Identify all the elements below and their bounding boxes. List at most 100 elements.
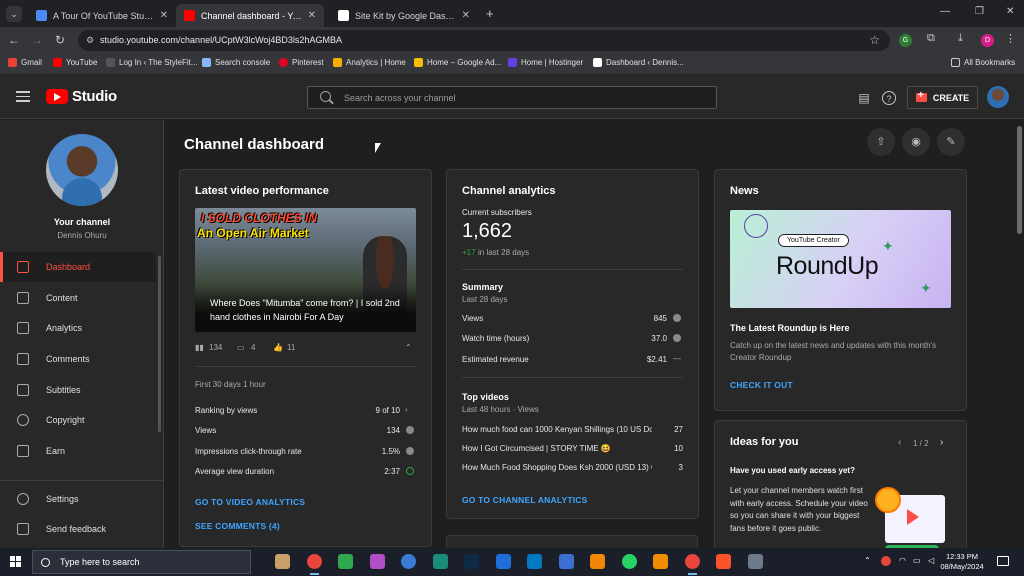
close-icon[interactable]: ✕: [308, 10, 316, 21]
chrome-tray-icon[interactable]: [881, 556, 891, 566]
media-icon[interactable]: [369, 554, 385, 569]
info-icon[interactable]: [406, 447, 414, 455]
bookmark-youtube[interactable]: YouTube: [53, 58, 97, 67]
edge-icon[interactable]: [338, 554, 353, 569]
taskbar-clock[interactable]: 12:33 PM 08/May/2024: [936, 552, 988, 572]
download-icon[interactable]: ⤓: [958, 32, 963, 45]
brave-icon[interactable]: [716, 554, 731, 569]
chrome-icon[interactable]: [306, 554, 322, 575]
hamburger-menu-icon[interactable]: [16, 91, 30, 102]
forward-icon[interactable]: →: [29, 33, 45, 47]
chevron-right-icon[interactable]: ›: [940, 437, 943, 448]
vlc-icon[interactable]: [590, 554, 605, 569]
network-icon[interactable]: ◠: [899, 556, 906, 565]
site-info-icon[interactable]: ⚙: [86, 35, 96, 45]
upload-icon[interactable]: ⇧: [867, 128, 895, 156]
info-icon[interactable]: [673, 314, 681, 322]
browser-tab-tour[interactable]: A Tour Of YouTube Studio By A ✕: [28, 4, 176, 27]
whatsapp-icon[interactable]: [621, 554, 637, 569]
qbittorrent-icon[interactable]: [401, 554, 416, 569]
sidebar-item-copyright[interactable]: Copyright: [0, 405, 156, 435]
channel-avatar[interactable]: [46, 134, 118, 206]
chevron-up-icon[interactable]: ⌃: [405, 343, 412, 352]
browser-tab-sitekit[interactable]: Site Kit by Google Dashboard ‹ ✕: [330, 4, 478, 27]
browser-profile-avatar[interactable]: D: [981, 34, 994, 47]
trello-icon[interactable]: [527, 554, 542, 569]
sidebar-item-send-feedback[interactable]: Send feedback: [0, 514, 156, 544]
studio-logo[interactable]: Studio: [46, 88, 117, 105]
remote-icon[interactable]: [558, 554, 574, 569]
photoshop-icon[interactable]: [464, 554, 479, 569]
taskbar-search-input[interactable]: Type here to search: [32, 550, 251, 574]
scrollbar-thumb[interactable]: [1017, 126, 1022, 234]
create-post-icon[interactable]: ✎: [937, 128, 965, 156]
windows-start-icon[interactable]: [10, 556, 22, 568]
close-icon[interactable]: ✕: [160, 10, 168, 21]
reload-icon[interactable]: ↻: [52, 33, 68, 47]
back-icon[interactable]: ←: [6, 33, 22, 47]
check-it-out-link[interactable]: CHECK IT OUT: [730, 380, 793, 390]
bookmark-star-icon[interactable]: ☆: [869, 33, 880, 47]
bookmark-google-ads[interactable]: Home – Google Ad...: [414, 58, 501, 67]
bookmark-dashboard[interactable]: Dashboard ‹ Dennis...: [593, 58, 684, 67]
chevron-left-icon[interactable]: ‹: [898, 437, 901, 448]
restore-icon[interactable]: ❐: [975, 6, 984, 17]
account-avatar[interactable]: [987, 86, 1009, 108]
bookmark-search-console[interactable]: Search console: [202, 58, 270, 67]
window-close-icon[interactable]: ✕: [1006, 6, 1014, 17]
bookmark-analytics[interactable]: Analytics | Home: [333, 58, 406, 67]
go-to-video-analytics-link[interactable]: GO TO VIDEO ANALYTICS: [195, 497, 305, 507]
settings-app-icon[interactable]: [747, 554, 763, 569]
sidebar-item-analytics[interactable]: Analytics: [0, 313, 156, 343]
grammarly-extension-icon[interactable]: G: [899, 34, 912, 47]
go-to-channel-analytics-link[interactable]: GO TO CHANNEL ANALYTICS: [462, 495, 588, 505]
bookmark-gmail[interactable]: Gmail: [8, 58, 42, 67]
extensions-icon[interactable]: ⧉: [927, 32, 935, 45]
info-icon[interactable]: [673, 334, 681, 342]
chrome-icon[interactable]: [684, 554, 700, 575]
browser-tab-dashboard[interactable]: Channel dashboard - YouTube ✕: [176, 4, 324, 27]
sidebar-scrollbar[interactable]: [158, 256, 161, 432]
bookmark-hostinger[interactable]: Home | Hostinger: [508, 58, 583, 67]
video-thumbnail[interactable]: I SOLD CLOTHES IN An Open Air Market Whe…: [195, 208, 416, 332]
minimize-icon[interactable]: —: [940, 6, 950, 17]
see-comments-link[interactable]: SEE COMMENTS (4): [195, 521, 280, 531]
card-heading: Ideas for you: [730, 436, 799, 448]
chevron-right-icon[interactable]: ›: [405, 405, 408, 414]
news-image[interactable]: YouTube Creator RoundUp ✦ ✦: [730, 210, 951, 308]
store-icon[interactable]: [432, 554, 448, 569]
bookmark-stylefit[interactable]: Log In ‹ The StyleFit...: [106, 58, 198, 67]
sidebar-item-comments[interactable]: Comments: [0, 344, 156, 374]
top-video-title[interactable]: How Much Food Shopping Does Ksh 2000 (US…: [462, 463, 652, 472]
tab-search-icon[interactable]: ⌄: [6, 6, 22, 22]
top-video-title[interactable]: How much food can 1000 Kenyan Shillings …: [462, 425, 652, 434]
all-bookmarks[interactable]: All Bookmarks: [951, 58, 1015, 67]
new-tab-button[interactable]: +: [486, 6, 494, 21]
text-icon[interactable]: [653, 554, 668, 569]
address-bar[interactable]: ⚙ studio.youtube.com/channel/UCptW3lcWoj…: [78, 30, 890, 51]
sidebar-item-earn[interactable]: Earn: [0, 436, 156, 466]
top-video-title[interactable]: How I Got Circumcised | STORY TIME 😆: [462, 444, 652, 453]
sidebar-item-label: Analytics: [46, 323, 83, 333]
info-icon[interactable]: [406, 426, 414, 434]
sidebar-item-settings[interactable]: Settings: [0, 484, 156, 514]
go-live-icon[interactable]: ◉: [902, 128, 930, 156]
messages-icon[interactable]: ▤: [857, 91, 871, 105]
dev-icon[interactable]: [495, 554, 511, 569]
volume-icon[interactable]: ◁: [928, 556, 934, 565]
bookmark-pinterest[interactable]: Pinterest: [279, 58, 324, 67]
sidebar-item-content[interactable]: Content: [0, 283, 156, 313]
library-icon[interactable]: [275, 554, 290, 569]
address-url[interactable]: studio.youtube.com/channel/UCptW3lcWoj4B…: [100, 35, 342, 45]
channel-search-input[interactable]: Search across your channel: [307, 86, 717, 109]
browser-menu-icon[interactable]: ⋮: [1005, 32, 1016, 45]
help-icon[interactable]: ?: [882, 91, 896, 105]
sidebar-item-dashboard[interactable]: Dashboard: [0, 252, 156, 282]
close-icon[interactable]: ✕: [462, 10, 470, 21]
battery-icon[interactable]: ▭: [913, 556, 921, 565]
sidebar-item-subtitles[interactable]: Subtitles: [0, 375, 156, 405]
tray-overflow-icon[interactable]: ⌃: [864, 556, 871, 565]
notifications-icon[interactable]: [997, 556, 1009, 566]
create-button[interactable]: CREATE: [907, 86, 978, 109]
page-scrollbar[interactable]: [1015, 120, 1024, 548]
